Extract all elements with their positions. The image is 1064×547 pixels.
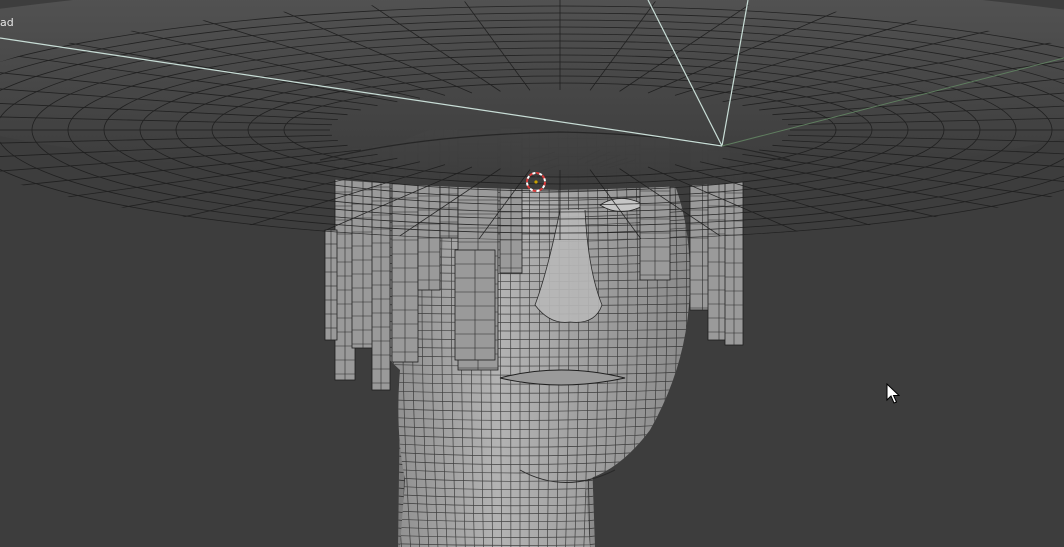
3d-viewport[interactable]: ad bbox=[0, 0, 1064, 547]
scene-render[interactable] bbox=[0, 0, 1064, 547]
object-name-label: ad bbox=[0, 16, 14, 29]
mouse-pointer-icon bbox=[886, 383, 900, 404]
